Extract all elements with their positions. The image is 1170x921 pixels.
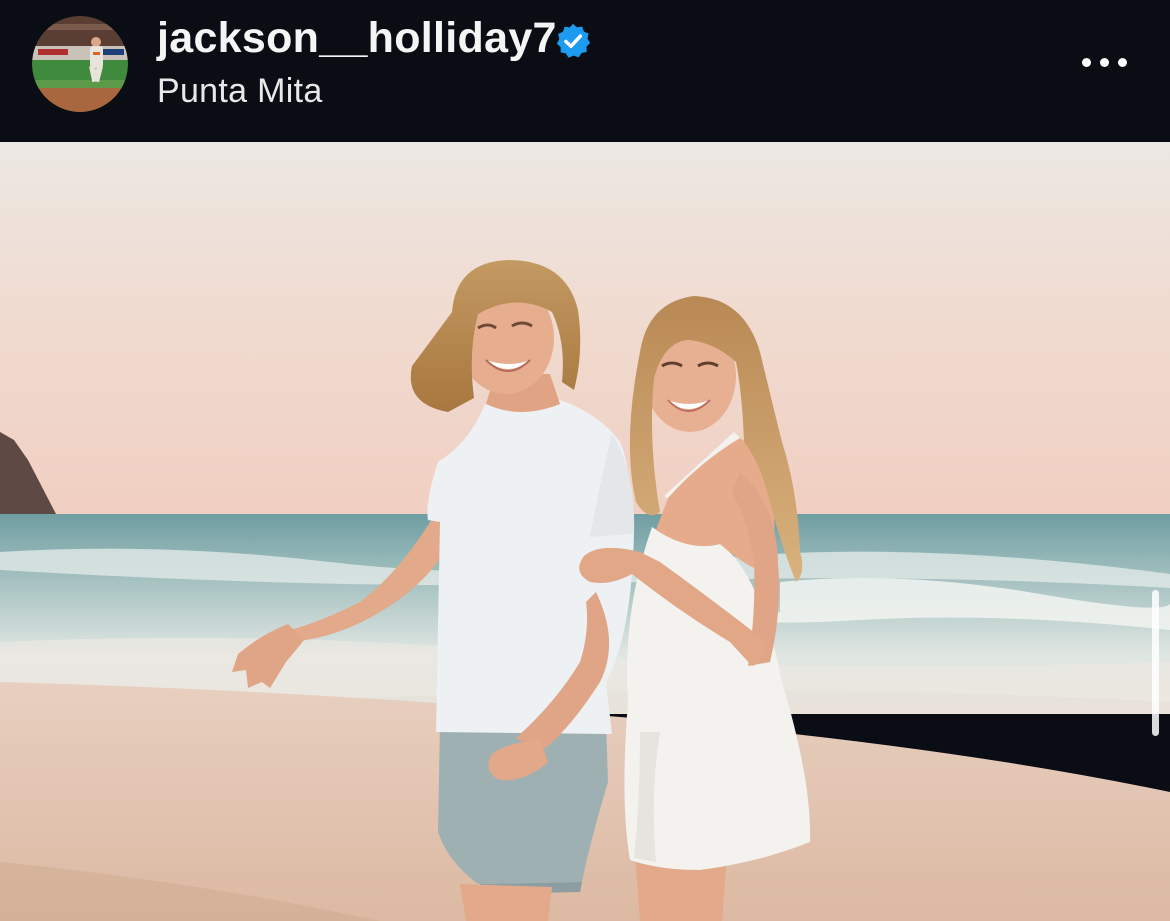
post-photo[interactable] (0, 142, 1170, 921)
username-link[interactable]: jackson__holliday7 (157, 14, 557, 63)
location-link[interactable]: Punta Mita (157, 72, 323, 111)
avatar-image (32, 16, 128, 112)
more-options-button[interactable] (1070, 42, 1138, 82)
scrollbar[interactable] (1152, 590, 1159, 736)
profile-avatar[interactable] (32, 16, 128, 112)
instagram-post-view: jackson__holliday7 Punta Mita (0, 0, 1170, 921)
more-dot (1117, 57, 1127, 67)
more-dot (1081, 57, 1091, 67)
post-header: jackson__holliday7 Punta Mita (0, 0, 1170, 142)
verified-badge-icon (554, 22, 592, 60)
more-dot (1099, 57, 1109, 67)
beach-couple-photo (0, 142, 1170, 921)
